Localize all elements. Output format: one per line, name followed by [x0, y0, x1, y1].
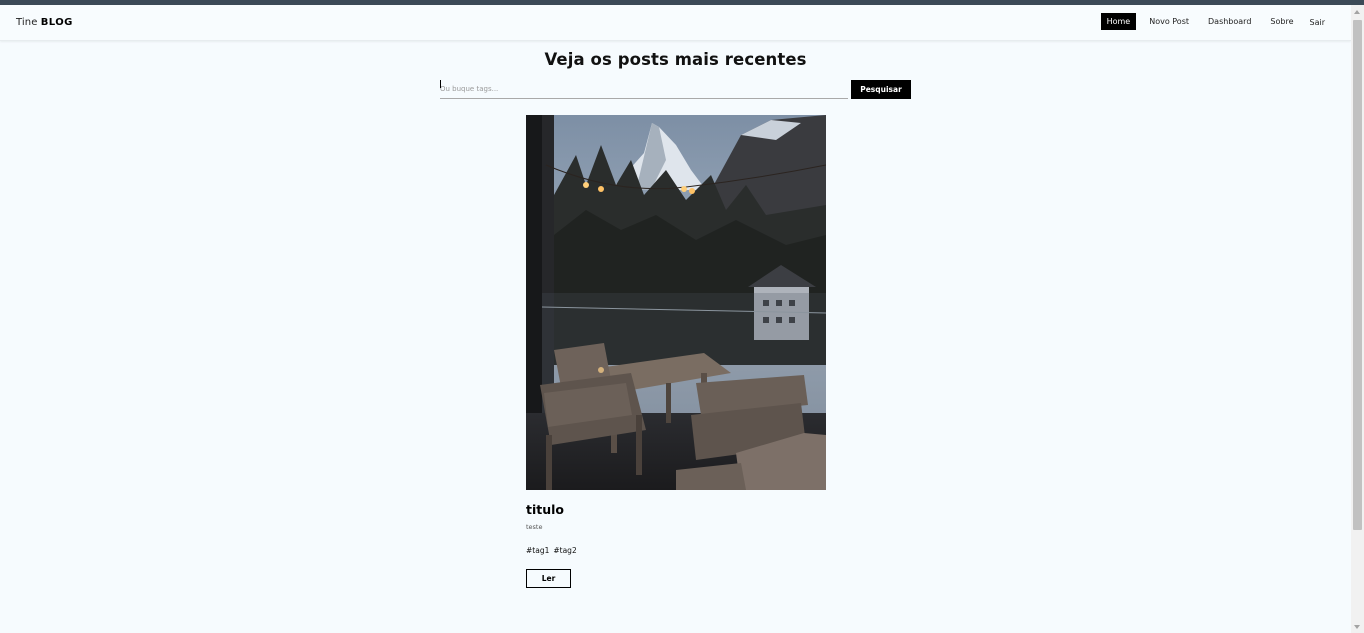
- scroll-down-arrow-icon[interactable]: [1354, 625, 1360, 629]
- read-post-button[interactable]: Ler: [526, 569, 571, 588]
- post-tags: #tag1 #tag2: [526, 546, 581, 555]
- vertical-scrollbar[interactable]: [1351, 5, 1364, 633]
- scroll-up-arrow-icon[interactable]: [1354, 10, 1360, 14]
- brand-prefix: Tine: [16, 17, 38, 28]
- post-card: titulo teste #tag1 #tag2 Ler: [526, 115, 826, 590]
- post-title[interactable]: titulo: [526, 502, 564, 517]
- post-tag[interactable]: #tag2: [553, 546, 576, 555]
- nav-dashboard-link[interactable]: Dashboard: [1202, 13, 1257, 30]
- post-tag[interactable]: #tag1: [526, 546, 549, 555]
- search-button[interactable]: Pesquisar: [851, 80, 911, 99]
- main-nav: Home Novo Post Dashboard Sobre Sair: [1100, 13, 1351, 30]
- nav-home-link[interactable]: Home: [1100, 13, 1137, 30]
- brand-name: BLOG: [40, 17, 73, 28]
- nav-new-post-link[interactable]: Novo Post: [1143, 13, 1195, 30]
- brand-logo[interactable]: Tine BLOG: [16, 17, 73, 28]
- post-image: [526, 115, 826, 490]
- navbar: Tine BLOG Home Novo Post Dashboard Sobre…: [0, 5, 1351, 41]
- nav-logout-link[interactable]: Sair: [1304, 14, 1332, 31]
- post-body: teste: [526, 523, 543, 531]
- scrollbar-thumb[interactable]: [1353, 20, 1362, 530]
- nav-about-link[interactable]: Sobre: [1264, 13, 1299, 30]
- page-title: Veja os posts mais recentes: [544, 50, 807, 69]
- text-caret: [440, 80, 441, 88]
- search-input[interactable]: [440, 80, 848, 99]
